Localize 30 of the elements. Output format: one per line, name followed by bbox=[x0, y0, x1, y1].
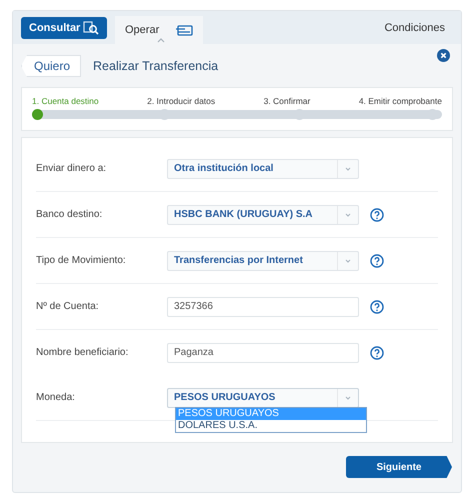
close-icon[interactable] bbox=[437, 49, 450, 62]
help-icon[interactable] bbox=[370, 346, 384, 360]
field-label: Tipo de Movimiento: bbox=[36, 255, 127, 266]
step-label: 1. Cuenta destino bbox=[32, 96, 99, 106]
dropdown[interactable]: HSBC BANK (URUGUAY) S.A bbox=[167, 204, 359, 224]
caret-icon bbox=[157, 38, 165, 43]
field-label: Enviar dinero a: bbox=[36, 163, 108, 174]
step-label: 2. Introducir datos bbox=[147, 96, 216, 106]
field-label: Banco destino: bbox=[36, 209, 104, 220]
conditions-link[interactable]: Condiciones bbox=[384, 22, 445, 34]
step-label: 3. Confirmar bbox=[264, 96, 310, 106]
input-field[interactable]: Paganza bbox=[167, 342, 359, 362]
back-button[interactable]: Quiero bbox=[21, 55, 82, 77]
page-title: Realizar Transferencia bbox=[93, 59, 218, 73]
help-icon[interactable] bbox=[370, 208, 384, 222]
step-label: 4. Emitir comprobante bbox=[358, 96, 442, 106]
tab[interactable]: Operar bbox=[115, 16, 203, 44]
card-icon bbox=[175, 24, 193, 36]
input-field[interactable]: 3257366 bbox=[167, 296, 359, 316]
dropdown[interactable]: Otra institución local bbox=[167, 158, 359, 178]
search-document-icon bbox=[83, 21, 99, 35]
field-label: Nº de Cuenta: bbox=[36, 301, 100, 312]
help-icon[interactable] bbox=[370, 254, 384, 268]
dropdown[interactable]: Transferencias por Internet bbox=[167, 250, 359, 270]
dropdown[interactable]: PESOS URUGUAYOS bbox=[167, 388, 359, 408]
field-label: Moneda: bbox=[36, 392, 76, 403]
field-label: Nombre beneficiario: bbox=[36, 347, 130, 358]
help-icon[interactable] bbox=[370, 300, 384, 314]
consult-button[interactable]: Consultar bbox=[21, 17, 107, 39]
next-button[interactable]: Siguiente bbox=[346, 456, 452, 478]
